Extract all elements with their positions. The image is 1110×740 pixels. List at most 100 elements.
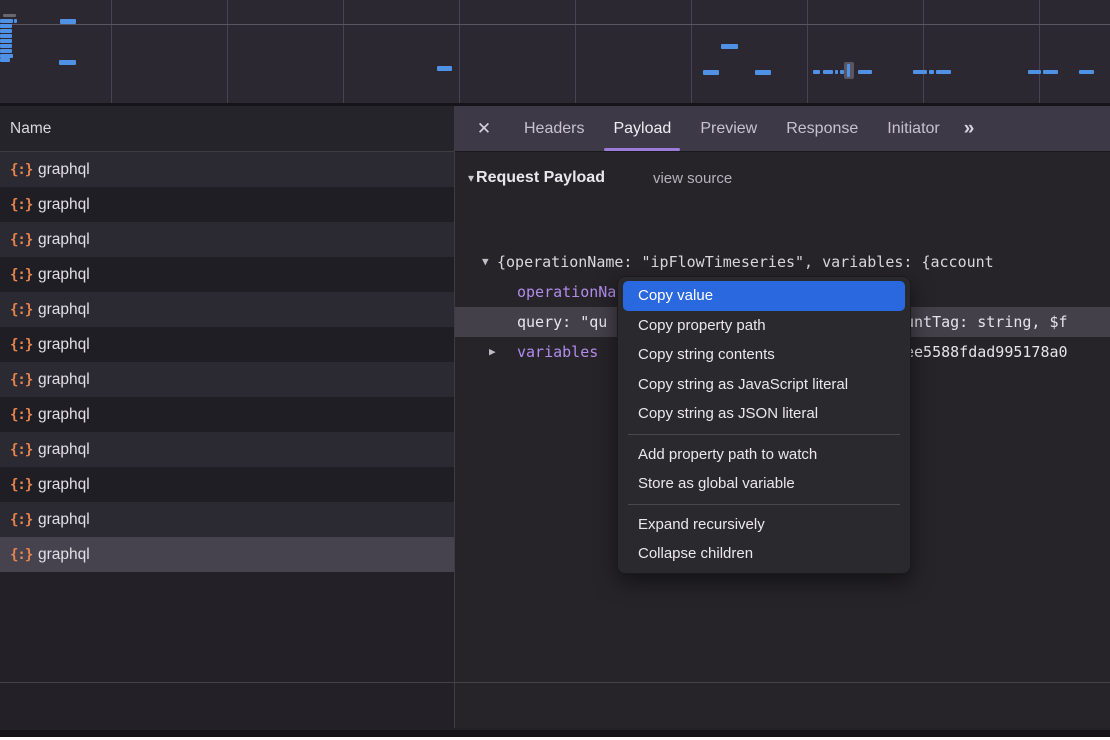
menu-divider [628,504,900,505]
menu-item-copy-string-contents[interactable]: Copy string contents [623,340,905,370]
timeline-gridline [923,0,924,103]
request-bar[interactable] [0,49,12,53]
timeline-gridline [807,0,808,103]
network-overview-timeline[interactable] [0,0,1110,106]
request-name: graphql [38,196,90,214]
request-bar[interactable] [703,70,719,75]
request-bar-gray[interactable] [3,14,16,17]
request-bar[interactable] [0,44,12,48]
tab-headers[interactable]: Headers [524,106,584,151]
request-row-graphql[interactable]: {:}graphql [0,187,454,222]
close-icon[interactable]: ✕ [473,119,495,139]
devtools-network-panel: Name {:}graphql{:}graphql{:}graphql{:}gr… [0,0,1110,737]
request-bar[interactable] [936,70,951,74]
menu-item-expand-recursively[interactable]: Expand recursively [623,510,905,540]
request-bar[interactable] [823,70,833,74]
request-bar[interactable] [0,34,12,38]
tab-initiator[interactable]: Initiator [887,106,939,151]
tab-response[interactable]: Response [786,106,858,151]
request-name: graphql [38,511,90,529]
json-braces-icon: {:} [10,162,38,178]
menu-item-store-as-global-variable[interactable]: Store as global variable [623,469,905,499]
request-bar[interactable] [0,19,13,23]
request-row-graphql[interactable]: {:}graphql [0,537,454,572]
json-braces-icon: {:} [10,337,38,353]
timeline-gridline [0,24,1110,25]
request-bar[interactable] [59,60,76,65]
request-payload-section-header[interactable]: ▾ Request Payload view source [455,164,732,192]
bottom-edge-bar [0,730,1110,737]
tab-preview[interactable]: Preview [700,106,757,151]
request-name: graphql [38,441,90,459]
request-row-graphql[interactable]: {:}graphql [0,222,454,257]
name-column-header[interactable]: Name [0,106,454,152]
request-bar[interactable] [0,58,10,62]
request-name: graphql [38,476,90,494]
timeline-gridline [343,0,344,103]
request-bar[interactable] [1079,70,1094,74]
request-name: graphql [38,546,90,564]
request-name: graphql [38,231,90,249]
request-row-graphql[interactable]: {:}graphql [0,152,454,187]
request-row-graphql[interactable]: {:}graphql [0,292,454,327]
request-list-panel: Name {:}graphql{:}graphql{:}graphql{:}gr… [0,106,455,728]
property-value-clipped: untTag: string, $f [905,307,1068,337]
request-bar[interactable] [60,19,76,24]
request-bar[interactable] [835,70,838,74]
tab-slot: Headers Payload Preview Response Initiator [495,106,940,151]
section-title: Request Payload [476,169,605,187]
request-row-graphql[interactable]: {:}graphql [0,467,454,502]
request-bar[interactable] [1043,70,1058,74]
request-bar[interactable] [721,44,738,49]
tree-row-root[interactable]: ▼ {operationName: "ipFlowTimeseries", va… [455,247,1110,277]
request-list: {:}graphql{:}graphql{:}graphql{:}graphql… [0,152,454,572]
expand-arrow-icon[interactable]: ▼ [482,247,489,277]
request-bar[interactable] [858,70,872,74]
request-row-graphql[interactable]: {:}graphql [0,257,454,292]
request-name: graphql [38,301,90,319]
root-object-preview: {operationName: "ipFlowTimeseries", vari… [497,247,994,277]
json-braces-icon: {:} [10,232,38,248]
timeline-selection-tick[interactable] [847,64,850,77]
request-bar[interactable] [14,19,17,23]
more-tabs-chevron-icon[interactable]: » [964,118,975,140]
request-bar[interactable] [0,24,12,28]
request-row-graphql[interactable]: {:}graphql [0,432,454,467]
request-bar[interactable] [929,70,934,74]
json-braces-icon: {:} [10,547,38,563]
timeline-gridline [459,0,460,103]
expand-arrow-icon[interactable]: ▶ [489,337,496,367]
request-row-graphql[interactable]: {:}graphql [0,502,454,537]
menu-item-copy-value[interactable]: Copy value [623,281,905,311]
request-name: graphql [38,336,90,354]
request-bar[interactable] [437,66,452,71]
menu-item-copy-property-path[interactable]: Copy property path [623,311,905,341]
request-bar[interactable] [813,70,820,74]
request-bar[interactable] [0,39,12,43]
section-collapse-arrow-icon[interactable]: ▾ [468,171,474,185]
request-name: graphql [38,406,90,424]
json-braces-icon: {:} [10,512,38,528]
menu-item-copy-string-as-javascript-literal[interactable]: Copy string as JavaScript literal [623,370,905,400]
detail-tab-bar: ✕ Headers Payload Preview Response Initiator… [455,106,1110,152]
menu-item-collapse-children[interactable]: Collapse children [623,539,905,569]
menu-divider [628,434,900,435]
request-bar[interactable] [913,70,927,74]
property-key: query: [517,313,580,331]
request-name: graphql [38,371,90,389]
request-row-graphql[interactable]: {:}graphql [0,397,454,432]
view-source-link[interactable]: view source [653,170,732,187]
json-braces-icon: {:} [10,302,38,318]
request-row-graphql[interactable]: {:}graphql [0,327,454,362]
tab-payload[interactable]: Payload [613,106,671,151]
request-bar[interactable] [755,70,771,75]
request-bar[interactable] [1028,70,1041,74]
property-preview-clipped: ee5588fdad995178a0 [905,337,1068,367]
json-braces-icon: {:} [10,267,38,283]
menu-item-copy-string-as-json-literal[interactable]: Copy string as JSON literal [623,399,905,429]
request-row-graphql[interactable]: {:}graphql [0,362,454,397]
menu-item-add-property-path-to-watch[interactable]: Add property path to watch [623,440,905,470]
timeline-gridline [1039,0,1040,103]
timeline-gridline [691,0,692,103]
request-bar[interactable] [0,29,12,33]
